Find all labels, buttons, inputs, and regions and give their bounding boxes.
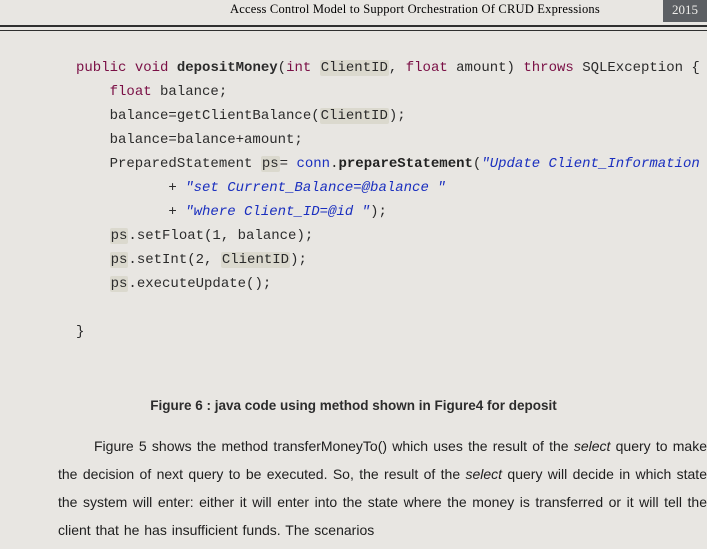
indent [76,84,110,100]
code-listing: public void depositMoney(int ClientID, f… [76,56,707,344]
close-brace: } [76,324,84,340]
line7a: + [76,204,185,220]
param-amount: amount) [448,60,524,76]
var-ps: ps [261,156,280,172]
sql-str2: "set Current_Balance=@balance " [185,180,445,196]
arg-clientid: ClientID [320,108,389,124]
param-clientid: ClientID [320,60,389,76]
kw-float2: float [110,84,152,100]
throws-tail: SQLException { [574,60,700,76]
line7c: ); [370,204,387,220]
sql-str1: "Update Client_Information " [481,156,707,172]
sp [168,60,176,76]
kw-float: float [406,60,448,76]
var-ps4: ps [110,276,129,292]
header-rule-thick [0,25,707,27]
line5a: PreparedStatement [76,156,261,172]
running-title-wrap: Access Control Model to Support Orchestr… [0,2,707,17]
line5c: = [280,156,297,172]
body-p1a: Figure 5 shows the method transferMoneyT… [94,438,574,454]
var-ps3: ps [110,252,129,268]
sql-str3: "where Client_ID=@id " [185,204,370,220]
line6a: + [76,180,185,196]
sp [126,60,134,76]
var-ps2: ps [110,228,129,244]
kw-throws: throws [523,60,573,76]
line10c: .executeUpdate(); [128,276,271,292]
line8c: .setFloat(1, balance); [128,228,313,244]
kw-int: int [286,60,311,76]
line3a: balance=getClientBalance( [76,108,320,124]
running-title: Access Control Model to Support Orchestr… [230,2,600,17]
var-conn: conn [296,156,330,172]
line8a [76,228,110,244]
line3c: ); [389,108,406,124]
comma: , [389,60,406,76]
body-italic-select2: select [465,466,502,482]
line9c: .setInt(2, [128,252,220,268]
body-italic-select1: select [574,438,611,454]
sp [311,60,319,76]
line9a [76,252,110,268]
call-prepare: prepareStatement [338,156,472,172]
line9e: ); [290,252,307,268]
figure-caption: Figure 6 : java code using method shown … [0,398,707,413]
page-number-box: 2015 [663,0,707,22]
page: Access Control Model to Support Orchestr… [0,0,707,549]
paren: ( [278,60,286,76]
body-paragraph: Figure 5 shows the method transferMoneyT… [58,432,707,544]
method-name: depositMoney [177,60,278,76]
kw-void: void [135,60,169,76]
decl-balance: balance; [152,84,228,100]
line10a [76,276,110,292]
line4: balance=balance+amount; [76,132,303,148]
page-number: 2015 [672,2,698,17]
header-rule-thin [0,30,707,31]
kw-public: public [76,60,126,76]
arg-clientid2: ClientID [221,252,290,268]
